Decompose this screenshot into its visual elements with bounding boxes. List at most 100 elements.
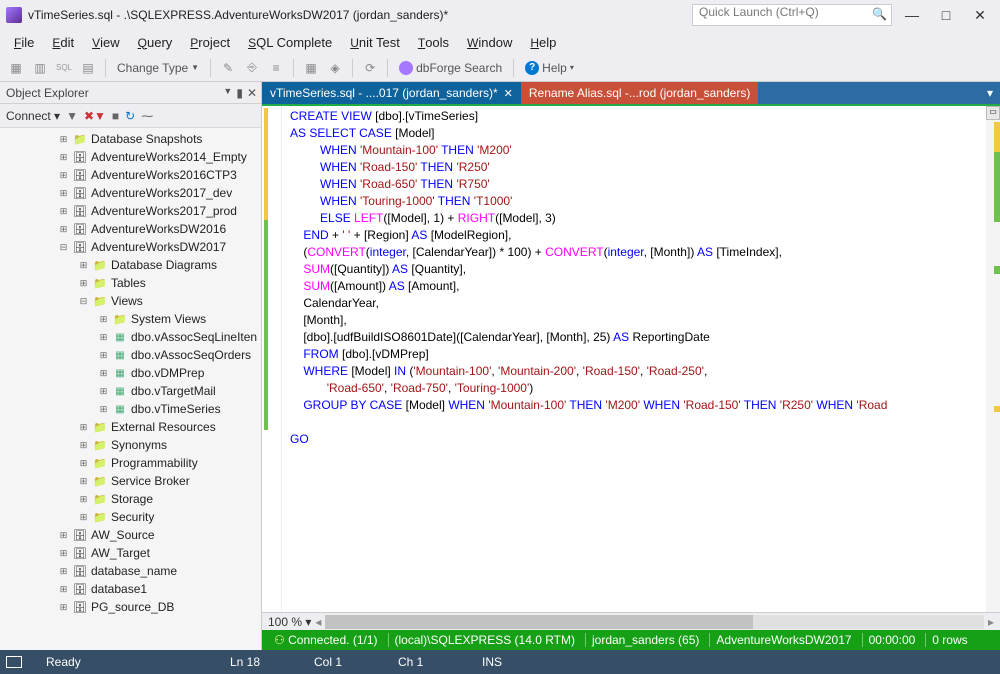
dropdown-icon[interactable]: ▼ (223, 86, 232, 100)
tree-node[interactable]: ⊞AdventureWorksDW2016 (0, 220, 261, 238)
split-icon[interactable]: ▭ (986, 106, 1000, 120)
tree-node[interactable]: ⊞Security (0, 508, 261, 526)
menu-edit[interactable]: Edit (44, 33, 82, 52)
expand-icon[interactable]: ⊞ (78, 512, 89, 523)
scroll-right-icon[interactable]: ▸ (988, 615, 994, 629)
expand-icon[interactable]: ⊞ (98, 332, 109, 343)
expand-icon[interactable]: ⊞ (58, 548, 69, 559)
expand-icon[interactable]: ⊞ (58, 224, 69, 235)
toolbar-sql-icon[interactable]: SQL (54, 58, 74, 78)
expand-icon[interactable]: ⊞ (78, 476, 89, 487)
expand-icon[interactable]: ⊞ (78, 422, 89, 433)
filter-icon[interactable]: ▼ (66, 109, 78, 123)
toolbar-btn[interactable]: ▦ (6, 58, 26, 78)
tree-node[interactable]: ⊞Synonyms (0, 436, 261, 454)
menu-view[interactable]: View (84, 33, 128, 52)
tab-menu-icon[interactable]: ▾ (980, 82, 1000, 104)
editor-tab[interactable]: Rename Alias.sql -...rod (jordan_sanders… (521, 82, 758, 104)
tree-node[interactable]: ⊞AW_Target (0, 544, 261, 562)
tree-node[interactable]: ⊞dbo.vTargetMail (0, 382, 261, 400)
menu-file[interactable]: File (6, 33, 42, 52)
horizontal-scrollbar[interactable] (325, 615, 984, 629)
expand-icon[interactable]: ⊞ (58, 206, 69, 217)
expand-icon[interactable]: ⊞ (58, 188, 69, 199)
toolbar-btn[interactable]: ✎ (218, 58, 238, 78)
tree-node[interactable]: ⊞dbo.vTimeSeries (0, 400, 261, 418)
expand-icon[interactable]: ⊞ (98, 368, 109, 379)
maximize-button[interactable]: □ (932, 4, 960, 26)
expand-icon[interactable]: ⊟ (78, 296, 89, 307)
tree-node[interactable]: ⊞dbo.vDMPrep (0, 364, 261, 382)
tree-node[interactable]: ⊞AdventureWorks2014_Empty (0, 148, 261, 166)
expand-icon[interactable]: ⊞ (78, 278, 89, 289)
tree-node[interactable]: ⊞Tables (0, 274, 261, 292)
expand-icon[interactable]: ⊞ (58, 584, 69, 595)
tree-node[interactable]: ⊞dbo.vAssocSeqOrders (0, 346, 261, 364)
expand-icon[interactable]: ⊞ (98, 404, 109, 415)
change-type-dropdown[interactable]: Change Type ▼ (113, 61, 203, 75)
close-button[interactable]: ✕ (966, 4, 994, 26)
tree-node[interactable]: ⊞AdventureWorks2017_dev (0, 184, 261, 202)
tree-node[interactable]: ⊞Database Diagrams (0, 256, 261, 274)
zoom-dropdown[interactable]: 100 % ▾ (268, 615, 311, 629)
dbforge-search-button[interactable]: dbForge Search (395, 61, 506, 75)
tree-node[interactable]: ⊞PG_source_DB (0, 598, 261, 616)
menu-project[interactable]: Project (182, 33, 238, 52)
tree-node[interactable]: ⊞database1 (0, 580, 261, 598)
expand-icon[interactable]: ⊞ (58, 602, 69, 613)
connect-dropdown[interactable]: Connect ▾ (6, 109, 60, 123)
expand-icon[interactable]: ⊞ (58, 152, 69, 163)
tree-node[interactable]: ⊞Storage (0, 490, 261, 508)
pin-icon[interactable]: ▮ (236, 86, 243, 100)
activity-icon[interactable]: ⁓ (141, 109, 153, 123)
tree-node[interactable]: ⊟Views (0, 292, 261, 310)
stop-icon[interactable]: ■ (112, 109, 119, 123)
tree-node[interactable]: ⊞Service Broker (0, 472, 261, 490)
tree-node[interactable]: ⊞AdventureWorks2016CTP3 (0, 166, 261, 184)
menu-sql-complete[interactable]: SQL Complete (240, 33, 340, 52)
toolbar-btn[interactable]: ⎆ (242, 58, 262, 78)
help-dropdown[interactable]: ? Help ▾ (521, 61, 578, 75)
tab-close-icon[interactable]: ✕ (504, 87, 513, 100)
expand-icon[interactable]: ⊞ (58, 566, 69, 577)
tree-node[interactable]: ⊞AdventureWorks2017_prod (0, 202, 261, 220)
expand-icon[interactable]: ⊞ (78, 458, 89, 469)
expand-icon[interactable]: ⊟ (58, 242, 69, 253)
tree-node[interactable]: ⊞Database Snapshots (0, 130, 261, 148)
filter-off-icon[interactable]: ✖▼ (84, 109, 106, 123)
menu-query[interactable]: Query (130, 33, 181, 52)
scroll-left-icon[interactable]: ◂ (315, 615, 321, 629)
expand-icon[interactable]: ⊞ (58, 134, 69, 145)
toolbar-btn[interactable]: ▤ (78, 58, 98, 78)
tree-node[interactable]: ⊞dbo.vAssocSeqLineIten (0, 328, 261, 346)
expand-icon[interactable]: ⊞ (98, 350, 109, 361)
quick-launch-input[interactable]: Quick Launch (Ctrl+Q) 🔍 (692, 4, 892, 26)
tree-node[interactable]: ⊞database_name (0, 562, 261, 580)
expand-icon[interactable]: ⊞ (58, 530, 69, 541)
expand-icon[interactable]: ⊞ (78, 260, 89, 271)
close-icon[interactable]: ✕ (247, 86, 257, 100)
tree-node[interactable]: ⊞System Views (0, 310, 261, 328)
expand-icon[interactable]: ⊞ (98, 314, 109, 325)
toolbar-btn[interactable]: ◈ (325, 58, 345, 78)
code-editor[interactable]: CREATE VIEW [dbo].[vTimeSeries] AS SELEC… (282, 106, 986, 612)
editor-tab[interactable]: vTimeSeries.sql - ....017 (jordan_sander… (262, 82, 521, 104)
toolbar-btn[interactable]: ▥ (30, 58, 50, 78)
expand-icon[interactable]: ⊞ (78, 494, 89, 505)
tree-node[interactable]: ⊞External Resources (0, 418, 261, 436)
expand-icon[interactable]: ⊞ (78, 440, 89, 451)
menu-tools[interactable]: Tools (410, 33, 457, 52)
menu-window[interactable]: Window (459, 33, 520, 52)
tree-node[interactable]: ⊟AdventureWorksDW2017 (0, 238, 261, 256)
menu-help[interactable]: Help (522, 33, 564, 52)
menu-unit-test[interactable]: Unit Test (342, 33, 408, 52)
overview-ruler[interactable]: ▭ (986, 106, 1000, 612)
tree-node[interactable]: ⊞Programmability (0, 454, 261, 472)
expand-icon[interactable]: ⊞ (58, 170, 69, 181)
toolbar-btn[interactable]: ▦ (301, 58, 321, 78)
expand-icon[interactable]: ⊞ (98, 386, 109, 397)
minimize-button[interactable]: — (898, 4, 926, 26)
toolbar-btn[interactable]: ⟳ (360, 58, 380, 78)
tree-node[interactable]: ⊞AW_Source (0, 526, 261, 544)
toolbar-btn[interactable]: ≡ (266, 58, 286, 78)
